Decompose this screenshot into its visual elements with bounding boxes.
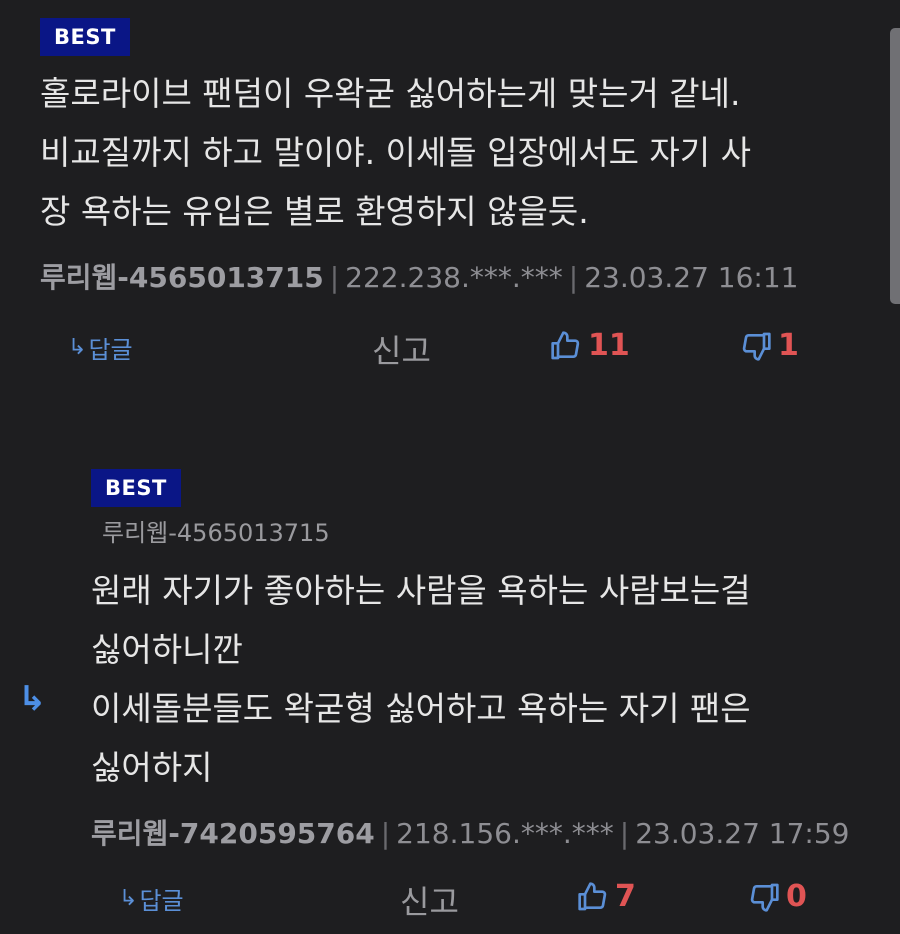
comment-date: 23.03.27 17:59 [635,817,850,850]
dislike-count: 1 [778,328,799,363]
thumbs-down-icon [750,883,779,912]
best-badge: BEST [40,18,130,56]
comment-date: 23.03.27 16:11 [584,261,799,294]
report-button[interactable]: 신고 [372,326,431,372]
reply-arrow-icon: ↳ [119,886,138,911]
comment-actions: ↳ 답글 신고 11 1 [0,328,900,370]
meta-divider: | [329,261,340,294]
like-button[interactable]: 7 [577,879,636,914]
report-button[interactable]: 신고 [400,877,459,923]
like-count: 11 [588,328,630,363]
meta-divider: | [568,261,579,294]
like-count: 7 [615,879,636,914]
thumbs-up-icon [551,330,580,359]
comment-meta: 루리웹-7420595764 | 218.156.***.*** | 23.03.27 … [91,812,849,852]
nested-reply-arrow-icon: ↳ [18,679,47,719]
comment-author[interactable]: 루리웹-7420595764 [91,817,375,850]
comment-ip: 218.156.***.*** [396,817,614,850]
reply-button[interactable]: ↳ 답글 [119,881,184,916]
reply-button[interactable]: ↳ 답글 [68,330,133,365]
comment-body: 홀로라이브 팬덤이 우왁굳 싫어하는게 맞는거 같네. 비교질까지 하고 말이야… [40,74,751,231]
comment-ip: 222.238.***.*** [345,261,563,294]
comment-author[interactable]: 루리웹-4565013715 [40,261,324,294]
meta-divider: | [619,817,630,850]
reply-label: 답글 [139,887,184,915]
dislike-button[interactable]: 1 [740,328,799,363]
comment-body: 원래 자기가 좋아하는 사람을 욕하는 사람보는걸 싫어하니깐 이세돌분들도 왁… [91,571,751,787]
comment-actions: ↳ 답글 신고 7 0 [0,879,900,921]
thumbs-down-icon [742,332,771,361]
quoted-user: 루리웹-4565013715 [102,519,330,547]
best-badge: BEST [91,469,181,507]
dislike-count: 0 [786,879,807,914]
reply-arrow-icon: ↳ [68,335,87,360]
meta-divider: | [380,817,391,850]
comment-meta: 루리웹-4565013715 | 222.238.***.*** | 23.03.27 … [40,256,798,296]
scrollbar[interactable] [890,28,900,304]
dislike-button[interactable]: 0 [748,879,807,914]
reply-label: 답글 [88,336,133,364]
like-button[interactable]: 11 [550,328,630,363]
thumbs-up-icon [578,881,607,910]
